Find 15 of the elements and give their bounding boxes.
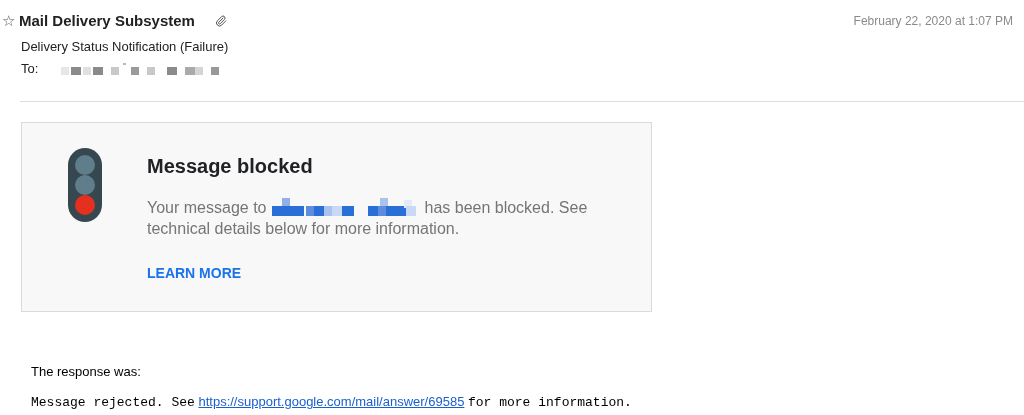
response-text: for more information.: [468, 395, 632, 410]
notice-text: has been blocked. See: [424, 197, 588, 218]
learn-more-link[interactable]: LEARN MORE: [147, 262, 242, 284]
message-date: February 22, 2020 at 1:07 PM: [853, 13, 1013, 30]
to-label: To:: [21, 60, 40, 78]
notice-text: technical details below for more information.: [147, 218, 461, 239]
response-text: Message rejected. See: [31, 395, 195, 410]
response-label: The response was:: [31, 362, 142, 381]
traffic-light-icon: [68, 147, 102, 222]
star-toggle[interactable]: ☆: [2, 10, 15, 33]
notice-title: Message blocked: [147, 153, 314, 179]
sender-name: Mail Delivery Subsystem: [19, 11, 195, 31]
notice-text: Your message to: [147, 197, 267, 218]
subject-line: Delivery Status Notification (Failure): [21, 37, 230, 56]
support-link[interactable]: https://support.google.com/mail/answer/69585: [198, 394, 465, 409]
